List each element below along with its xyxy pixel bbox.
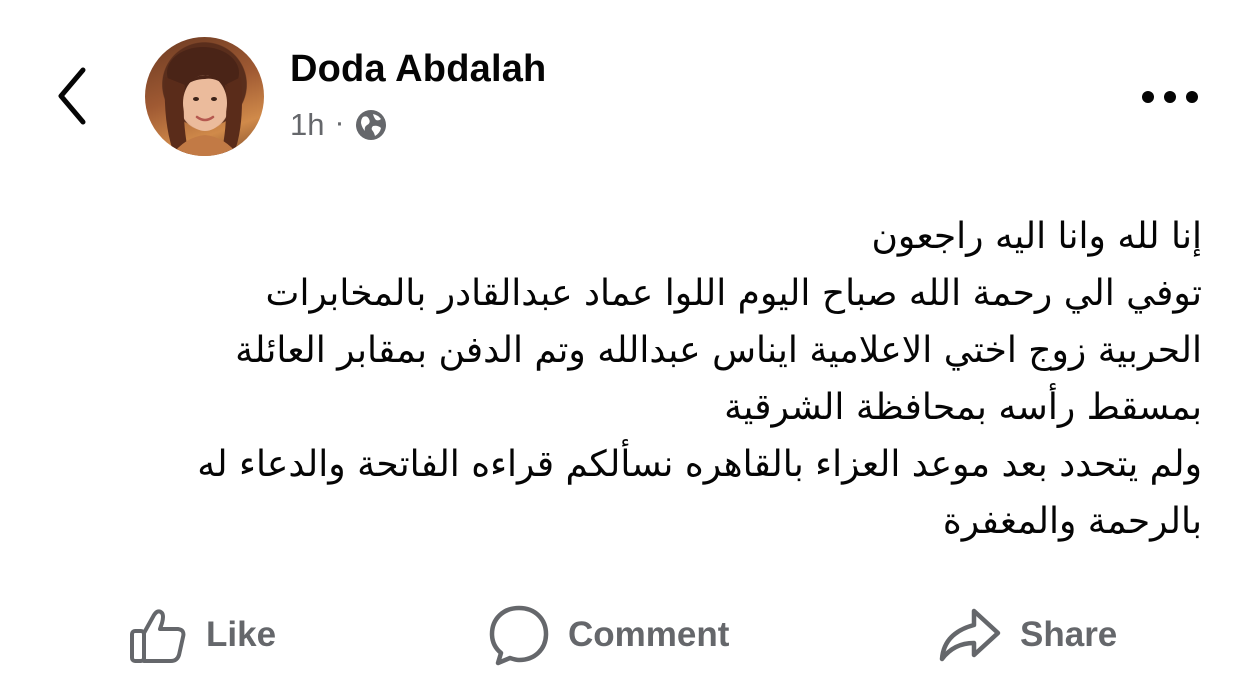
author-name[interactable]: Doda Abdalah — [290, 48, 546, 91]
more-horizontal-icon — [1142, 91, 1198, 103]
comment-label: Comment — [568, 615, 730, 654]
more-options-button[interactable] — [1135, 80, 1205, 114]
share-icon — [939, 608, 1001, 662]
post-line: إنا لله وانا اليه راجعون — [871, 216, 1202, 257]
post-line: ولم يتحدد بعد موعد العزاء بالقاهره نسألك… — [197, 444, 1202, 485]
post-line: الحربية زوج اختي الاعلامية ايناس عبدالله… — [235, 330, 1202, 371]
globe-icon[interactable] — [354, 108, 388, 142]
post-line: بمسقط رأسه بمحافظة الشرقية — [724, 387, 1202, 428]
author-avatar[interactable] — [145, 37, 264, 156]
post-line: بالرحمة والمغفرة — [942, 501, 1202, 542]
post-meta: 1h · — [290, 105, 388, 145]
like-button[interactable]: Like — [128, 600, 276, 670]
meta-separator: · — [334, 106, 345, 139]
back-button[interactable] — [44, 62, 100, 130]
post-time[interactable]: 1h — [290, 107, 324, 143]
post-line: توفي الي رحمة الله صباح اليوم اللوا عماد… — [265, 273, 1202, 314]
thumbs-up-icon — [130, 609, 186, 663]
share-label: Share — [1020, 615, 1118, 654]
comment-icon — [489, 605, 549, 666]
chevron-left-icon — [58, 67, 86, 125]
like-label: Like — [206, 615, 277, 654]
share-button[interactable]: Share — [938, 600, 1117, 670]
post-text: إنا لله وانا اليه راجعون توفي الي رحمة ا… — [30, 208, 1202, 550]
avatar-photo — [164, 47, 242, 156]
comment-button[interactable]: Comment — [488, 600, 729, 670]
post-actions-bar: Like Comment Share — [0, 600, 1242, 670]
